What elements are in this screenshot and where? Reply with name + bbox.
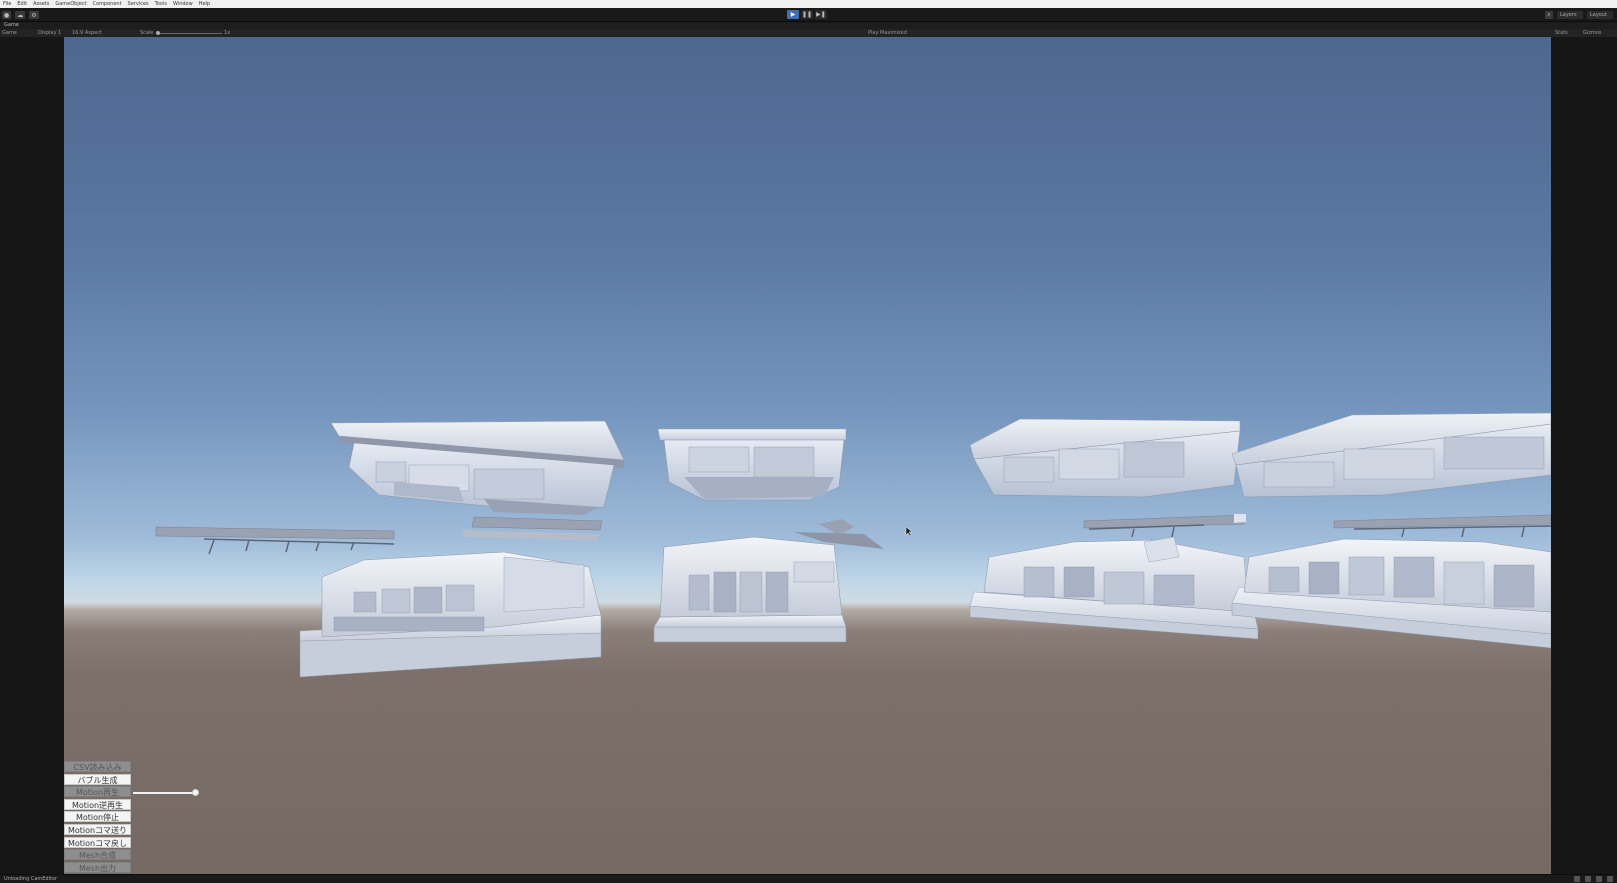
- account-icon[interactable]: ●: [2, 11, 12, 19]
- pause-icon[interactable]: ❚❚: [801, 10, 813, 19]
- layout-dropdown[interactable]: Layout: [1587, 11, 1613, 19]
- step-icon[interactable]: ▶❚: [815, 10, 827, 19]
- motion-slider[interactable]: [133, 789, 199, 796]
- die-set-4-middle-bar: [1333, 514, 1551, 538]
- aspect-dropdown[interactable]: 16:9 Aspect: [72, 29, 102, 37]
- status-bar: Unloading CamEditor: [0, 874, 1617, 883]
- motion-reverse-play-button[interactable]: Motion逆再生: [64, 798, 131, 810]
- display-dropdown[interactable]: Display 1: [38, 29, 61, 37]
- menu-gameobject[interactable]: GameObject: [55, 0, 86, 8]
- bubble-generate-button[interactable]: バブル生成: [64, 773, 131, 785]
- die-set-1-upper: [330, 420, 625, 515]
- game-viewport[interactable]: [64, 37, 1551, 874]
- scene-render: [155, 412, 1551, 678]
- scale-label: Scale: [140, 30, 154, 36]
- motion-step-back-button[interactable]: Motionコマ戻し: [64, 836, 131, 848]
- mouse-cursor-icon: [905, 526, 913, 537]
- motion-stop-button[interactable]: Motion停止: [64, 811, 131, 823]
- settings-icon[interactable]: [1596, 876, 1602, 882]
- game-dropdown[interactable]: Game: [2, 29, 17, 37]
- main-toolbar: ● ☁ ⚙ ▶ ❚❚ ▶❚ ⌕ Layers Layout: [0, 8, 1617, 22]
- runtime-ui-button-panel: CSV読み込み バブル生成 Motion再生 Motion逆再生 Motion停…: [64, 761, 131, 874]
- game-tab-bar: Game: [0, 22, 1617, 29]
- die-set-1-middle-bar: [155, 516, 603, 555]
- menu-edit[interactable]: Edit: [17, 0, 27, 8]
- tab-game[interactable]: Game: [1, 22, 22, 29]
- die-set-4-upper: [1231, 412, 1551, 498]
- scale-slider-knob[interactable]: [156, 31, 160, 35]
- menu-file[interactable]: File: [3, 0, 11, 8]
- die-set-3-lower: [969, 536, 1259, 640]
- settings-icon[interactable]: ⚙: [29, 11, 39, 19]
- motion-step-forward-button[interactable]: Motionコマ送り: [64, 823, 131, 835]
- menu-assets[interactable]: Assets: [33, 0, 49, 8]
- layers-dropdown[interactable]: Layers: [1557, 11, 1583, 19]
- menu-tools[interactable]: Tools: [155, 0, 167, 8]
- bell-icon[interactable]: [1607, 876, 1613, 882]
- motion-slider-track[interactable]: [133, 792, 195, 794]
- die-set-3-upper: [969, 418, 1241, 498]
- csv-load-button[interactable]: CSV読み込み: [64, 761, 131, 772]
- motion-slider-knob[interactable]: [192, 789, 199, 796]
- motion-play-button[interactable]: Motion再生: [64, 786, 131, 798]
- scale-value: 1x: [224, 30, 231, 36]
- stats-button[interactable]: Stats: [1555, 29, 1568, 37]
- die-set-2-upper: [657, 428, 847, 501]
- status-text: Unloading CamEditor: [4, 876, 58, 882]
- menu-component[interactable]: Component: [93, 0, 122, 8]
- die-set-3-middle-bar: [1083, 514, 1246, 538]
- menu-help[interactable]: Help: [199, 0, 210, 8]
- cloud-icon[interactable]: ☁: [15, 11, 26, 19]
- play-controls: ▶ ❚❚ ▶❚: [787, 10, 827, 19]
- console-icon[interactable]: [1574, 876, 1580, 882]
- game-view-toolbar: Game Display 1 16:9 Aspect Scale 1x Play…: [0, 29, 1617, 37]
- play-icon[interactable]: ▶: [787, 10, 799, 19]
- mesh-export-button[interactable]: Mesh出力: [64, 861, 131, 873]
- die-set-4-lower: [1231, 538, 1551, 649]
- menu-bar: File Edit Assets GameObject Component Se…: [0, 0, 1617, 8]
- die-set-2-lower: [653, 536, 847, 643]
- play-focused-dropdown[interactable]: Play Maximized: [868, 29, 907, 37]
- mesh-combine-button[interactable]: Mesh合成: [64, 849, 131, 861]
- unity-editor-window: File Edit Assets GameObject Component Se…: [0, 0, 1617, 883]
- search-icon[interactable]: ⌕: [1545, 11, 1553, 19]
- die-set-1-lower: [299, 551, 602, 678]
- scale-slider-track[interactable]: [160, 33, 222, 34]
- menu-services[interactable]: Services: [128, 0, 149, 8]
- collab-icon[interactable]: [1585, 876, 1591, 882]
- menu-window[interactable]: Window: [173, 0, 193, 8]
- gizmos-dropdown[interactable]: Gizmos: [1583, 29, 1601, 37]
